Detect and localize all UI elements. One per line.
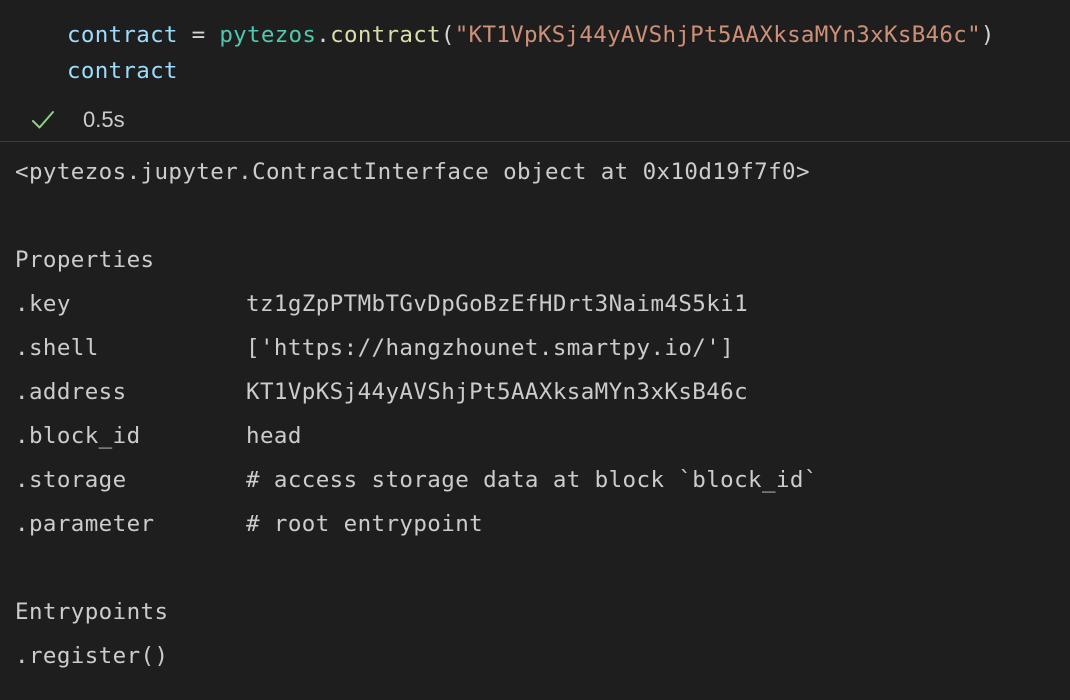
property-name: .parameter [15,511,155,537]
code-token-string: "KT1VpKSj44yAVShjPt5AAXksaMYn3xKsB46c" [454,22,981,48]
property-value: # root entrypoint [246,511,484,537]
property-row: .key tz1gZpPTMbTGvDpGoBzEfHDrt3Naim4S5ki… [15,282,1055,326]
code-token-dot: . [316,22,331,48]
entrypoints-heading: Entrypoints [15,599,169,625]
property-name: .key [15,291,71,317]
property-value: # access storage data at block `block_id… [246,467,818,493]
property-value: tz1gZpPTMbTGvDpGoBzEfHDrt3Naim4S5ki1 [246,291,749,317]
object-repr: <pytezos.jupyter.ContractInterface objec… [15,159,810,185]
property-row: .parameter # root entrypoint [15,502,1055,546]
property-name: .block_id [15,423,141,449]
properties-heading: Properties [15,247,155,273]
notebook-cell: contract = pytezos.contract("KT1VpKSj44y… [0,0,1070,700]
property-value: KT1VpKSj44yAVShjPt5AAXksaMYn3xKsB46c [246,379,749,405]
entrypoint-item: .register() [15,643,169,669]
code-token-variable: contract [67,58,178,84]
property-row: .address KT1VpKSj44yAVShjPt5AAXksaMYn3xK… [15,370,1055,414]
code-line: contract = pytezos.contract("KT1VpKSj44y… [67,17,995,53]
output-divider [0,141,1070,142]
cell-output: <pytezos.jupyter.ContractInterface objec… [15,150,1055,678]
code-token-close-paren: ) [980,22,995,48]
property-value: head [246,423,302,449]
check-icon [32,111,54,129]
code-editor[interactable]: contract = pytezos.contract("KT1VpKSj44y… [0,0,1070,107]
property-name: .storage [15,467,127,493]
code-token-operator: = [177,22,220,48]
property-name: .shell [15,335,99,361]
code-token-variable: contract [67,22,178,48]
property-row: .block_id head [15,414,1055,458]
execution-duration: 0.5s [83,107,125,132]
code-token-open-paren: ( [440,22,455,48]
property-name: .address [15,379,127,405]
code-line: contract [67,53,178,89]
execution-status: 0.5s [0,100,1070,140]
property-value: ['https://hangzhounet.smartpy.io/'] [246,335,735,361]
property-row: .storage # access storage data at block … [15,458,1055,502]
code-token-function: contract [330,22,441,48]
code-token-module: pytezos [219,22,317,48]
property-row: .shell ['https://hangzhounet.smartpy.io/… [15,326,1055,370]
